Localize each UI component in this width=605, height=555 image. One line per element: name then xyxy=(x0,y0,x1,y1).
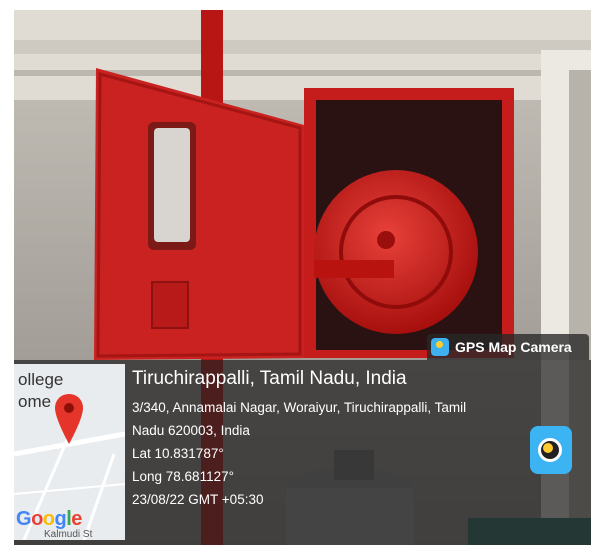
map-thumbnail: ollege ome Google Kalmudi St xyxy=(14,364,125,540)
lens-dot xyxy=(543,443,553,453)
map-label-1: ollege xyxy=(18,370,64,389)
longitude: Long 78.681127° xyxy=(132,469,234,484)
location-pin-icon xyxy=(55,394,83,444)
address-line-2: Nadu 620003, India xyxy=(132,423,250,438)
location-title: Tiruchirappalli, Tamil Nadu, India xyxy=(132,368,407,389)
camera-app-icon xyxy=(530,426,572,474)
badge-label: GPS Map Camera xyxy=(455,339,572,355)
google-logo: Google xyxy=(16,508,82,530)
address-line-1: 3/340, Annamalai Nagar, Woraiyur, Tiruch… xyxy=(132,400,467,415)
screenshot-frame: GPS Map Camera ollege ome Google Kalmudi… xyxy=(0,0,605,555)
location-overlay: ollege ome Google Kalmudi St Tiruchirapp… xyxy=(14,360,591,545)
map-label-2: ome xyxy=(18,392,52,411)
map-street-label: Kalmudi St xyxy=(44,529,93,540)
gps-map-camera-icon xyxy=(431,338,449,356)
location-info: Tiruchirappalli, Tamil Nadu, India 3/340… xyxy=(132,368,466,511)
gps-map-camera-badge: GPS Map Camera xyxy=(427,334,589,360)
datetime: 23/08/22 GMT +05:30 xyxy=(132,492,264,507)
latitude: Lat 10.831787° xyxy=(132,446,224,461)
